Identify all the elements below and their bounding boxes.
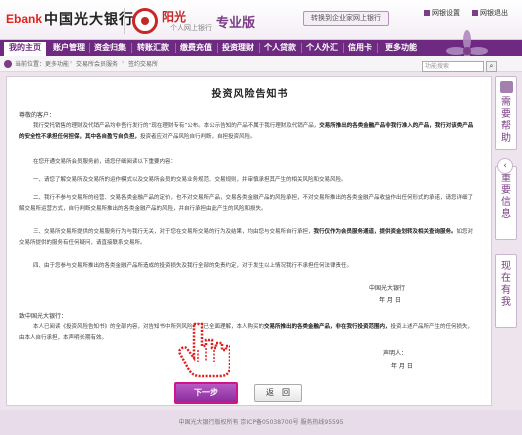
page-title: 投资风险告知书 — [211, 89, 289, 100]
nav-item-accounts[interactable]: 账户管理 — [50, 40, 88, 56]
sun-subtitle: 个人网上银行 — [170, 24, 212, 32]
breadcrumb-item[interactable]: 交易所会员服务 — [76, 59, 118, 68]
side-tab-label: 现在有我 — [501, 261, 511, 308]
logout-link[interactable]: 网银退出 — [472, 8, 508, 18]
paragraph-item-4: 四、由于您参与交易所推出的各类金融产品所造成的投资损失及我行全部的免责约定，对于… — [33, 263, 353, 269]
acknowledgement-paragraph: 本人已阅读《投资风险告知书》的全部内容，对告知书中所列风险事项已全面理解，本人购… — [19, 322, 477, 344]
bank-signature: 中国光大银行 — [369, 285, 406, 292]
nav-item-transfer[interactable]: 转账汇款 — [132, 40, 174, 56]
logout-link-label: 网银退出 — [480, 9, 508, 17]
header: Ebank 中国光大银行 阳光 个人网上银行 专业版 转换到企业家网上银行 网银… — [0, 0, 522, 40]
sun-logo-icon — [132, 8, 158, 34]
ebank-logo[interactable]: Ebank — [6, 12, 42, 26]
next-button[interactable]: 下一步 — [174, 382, 238, 404]
nav-item-home[interactable]: 我的主页 — [4, 40, 46, 56]
nav-item-credit-card[interactable]: 信用卡 — [344, 40, 376, 56]
nav-item-forex[interactable]: 个人外汇 — [302, 40, 342, 56]
side-tab-here[interactable]: 现在有我 — [495, 254, 517, 328]
paragraph-text: 三、交易所交易所提供的交易服务行为与我行无关，对于您在交易所交易的行为及结果，均… — [33, 229, 314, 235]
footer-text: 中国光大银行版权所有 京ICP备05038700号 服务热线95595 — [178, 419, 344, 426]
settings-link-label: 网银设置 — [432, 9, 460, 17]
paragraph-notice: 在您开通交易所会员服务前，请您仔细阅读以下重要内容： — [33, 159, 177, 165]
edition-label: 专业版 — [216, 16, 256, 31]
breadcrumb-separator: › — [70, 59, 73, 66]
nav-item-payment[interactable]: 缴费充值 — [176, 40, 216, 56]
header-divider — [124, 8, 125, 34]
hand-pointer-icon — [178, 322, 230, 378]
side-tab-important[interactable]: 重要信息 — [495, 166, 517, 240]
main-nav: 我的主页 账户管理 资金归集 转账汇款 缴费充值 投资理财 个人贷款 个人外汇 … — [0, 40, 522, 56]
paragraph-item-1: 一、请您了解交易所及交易所的运作模式以及交易所会员的交易业务规范、交易规则，并审… — [33, 177, 347, 183]
side-panel: 需要帮助 重要信息 现在有我 — [495, 76, 517, 406]
salutation: 尊敬的客户： — [19, 112, 56, 119]
risk-notice-panel: 投资风险告知书 尊敬的客户： 我行受托销售的理财及代销产品均非吾行发行的“现在理… — [6, 76, 492, 406]
help-icon — [500, 81, 513, 93]
breadcrumb-item: 签约交易所 — [128, 61, 159, 68]
ack-label: 致中国光大银行： — [19, 313, 68, 320]
collapse-arrow-icon[interactable]: ‹ — [497, 158, 513, 174]
back-button[interactable]: 返 回 — [254, 384, 302, 402]
search-input[interactable]: 功能搜索 — [422, 61, 484, 72]
nav-item-fund-collection[interactable]: 资金归集 — [90, 40, 130, 56]
side-tab-label: 重要信息 — [501, 173, 511, 220]
bank-date: 年 月 日 — [379, 297, 401, 304]
logout-icon — [472, 10, 478, 16]
breadcrumb-item[interactable]: 当前位置：更多功能 — [15, 59, 69, 68]
footer: 中国光大银行版权所有 京ICP备05038700号 服务热线95595 — [0, 410, 522, 435]
bank-name: 中国光大银行 — [44, 12, 134, 28]
signer-date: 年 月 日 — [391, 363, 413, 370]
signer-label: 声明人： — [383, 350, 408, 357]
enterprise-switch-button[interactable]: 转换到企业家网上银行 — [303, 11, 389, 26]
paragraph-text: 投资者应对产品风险自行判断，自担投资风险。 — [140, 134, 256, 140]
paragraph-item-3: 三、交易所交易所提供的交易服务行为与我行无关，对于您在交易所交易的行为及结果，均… — [19, 227, 477, 249]
nav-item-more[interactable]: 更多功能 — [378, 40, 424, 56]
side-tab-help[interactable]: 需要帮助 — [495, 76, 517, 150]
paragraph-bold: 我行仅作为会员服务通道，提供资金划转及相关查询服务。 — [313, 229, 457, 235]
settings-link[interactable]: 网银设置 — [424, 8, 460, 18]
settings-icon — [424, 10, 430, 16]
search-icon[interactable]: ⌕ — [486, 61, 497, 72]
home-icon[interactable] — [4, 60, 12, 68]
nav-item-investment[interactable]: 投资理财 — [218, 40, 258, 56]
paragraph-text: 我行受托销售的理财及代销产品均非吾行发行的“现在理财专有”公布。本公示告知的产品… — [33, 123, 320, 129]
breadcrumb-separator: › — [122, 59, 125, 66]
side-tab-label: 需要帮助 — [501, 97, 511, 144]
paragraph-bold: 交易所推出的各类金融产品，非在我行投资范围内， — [264, 324, 391, 330]
nav-item-loans[interactable]: 个人贷款 — [260, 40, 300, 56]
paragraph-item-2: 二、我行不参与交易所的经营、交易各类金融产品的定价，也不对交易所产品，交易各类金… — [19, 195, 474, 212]
paragraph-intro: 我行受托销售的理财及代销产品均非吾行发行的“现在理财专有”公布。本公示告知的产品… — [19, 121, 477, 143]
